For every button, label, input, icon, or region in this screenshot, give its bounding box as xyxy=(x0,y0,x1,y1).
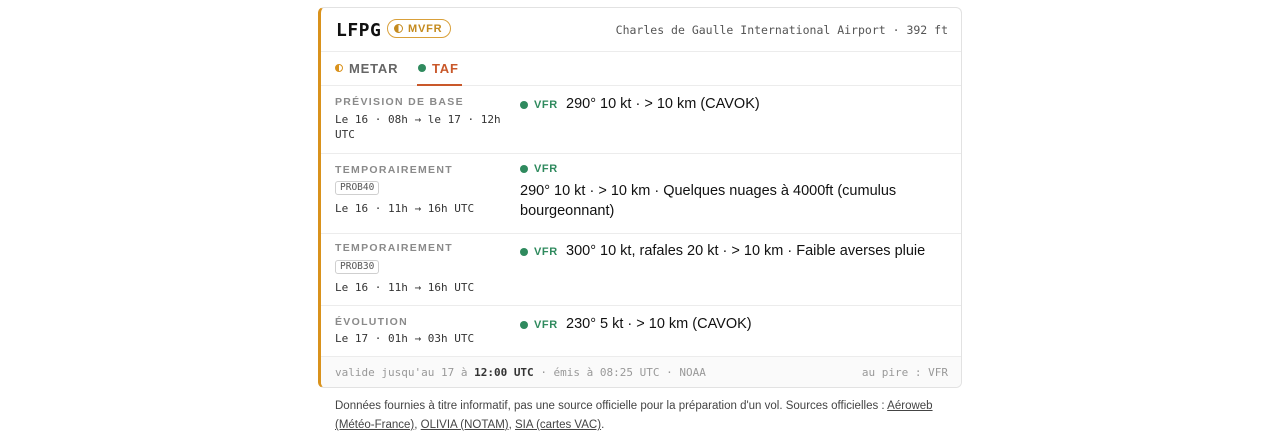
icao-code: LFPG xyxy=(336,20,382,41)
airport-name: Charles de Gaulle International Airport … xyxy=(615,23,948,37)
flight-category-badge: MVFR xyxy=(387,19,452,38)
forecast-row: PRÉVISION DE BASE Le 16 · 08h → le 17 · … xyxy=(321,86,961,154)
card-header: LFPG MVFR Charles de Gaulle Internationa… xyxy=(321,8,961,52)
forecast-row: ÉVOLUTION Le 17 · 01h → 03h UTC VFR 230°… xyxy=(321,306,961,357)
forecast-description: 230° 5 kt · > 10 km (CAVOK) xyxy=(566,316,752,332)
green-dot-icon xyxy=(520,101,528,109)
link-sia[interactable]: SIA (cartes VAC) xyxy=(515,419,601,431)
validity-text: valide jusqu'au 17 à 12:00 UTC · émis à … xyxy=(335,366,706,379)
forecast-kind: PRÉVISION DE BASE xyxy=(335,96,464,108)
disclaimer-text: Données fournies à titre informatif, pas… xyxy=(335,400,888,412)
green-dot-icon xyxy=(520,321,528,329)
category-indicator: VFR xyxy=(520,163,558,175)
probability-badge: PROB40 xyxy=(335,181,380,195)
valid-time: 12:00 UTC xyxy=(474,366,534,379)
green-dot-icon xyxy=(418,64,426,72)
forecast-period: Le 16 · 11h → 16h UTC xyxy=(335,202,475,215)
issued-text: · émis à 08:25 UTC · NOAA xyxy=(540,366,706,379)
valid-prefix: valide jusqu'au 17 à xyxy=(335,366,468,379)
disclaimer-end: . xyxy=(601,419,605,431)
category-indicator: VFR xyxy=(520,319,558,331)
half-circle-icon xyxy=(394,24,403,33)
green-dot-icon xyxy=(520,248,528,256)
taf-card: LFPG MVFR Charles de Gaulle Internationa… xyxy=(318,7,962,388)
tab-taf-label: TAF xyxy=(432,60,459,76)
flight-category-label: MVFR xyxy=(408,22,443,35)
tab-bar: METAR TAF xyxy=(321,51,961,86)
forecast-kind: TEMPORAIREMENT xyxy=(335,164,453,176)
forecast-row: TEMPORAIREMENT PROB30 Le 16 · 11h → 16h … xyxy=(321,234,961,306)
disclaimer: Données fournies à titre informatif, pas… xyxy=(335,397,965,435)
forecast-period: Le 16 · 08h → le 17 · 12h UTC xyxy=(335,113,501,141)
forecast-description: 290° 10 kt · > 10 km · Quelques nuages à… xyxy=(520,183,897,219)
tab-taf[interactable]: TAF xyxy=(417,51,462,86)
forecast-period: Le 16 · 11h → 16h UTC xyxy=(335,281,475,294)
tab-metar[interactable]: METAR xyxy=(335,51,398,85)
forecast-kind: TEMPORAIREMENT xyxy=(335,242,453,254)
forecast-description: 290° 10 kt · > 10 km (CAVOK) xyxy=(566,96,760,112)
tab-metar-label: METAR xyxy=(349,60,399,76)
card-footer: valide jusqu'au 17 à 12:00 UTC · émis à … xyxy=(321,357,961,387)
category-indicator: VFR xyxy=(520,246,558,258)
half-circle-icon xyxy=(335,64,343,72)
forecast-period: Le 17 · 01h → 03h UTC xyxy=(335,332,475,345)
forecast-description: 300° 10 kt, rafales 20 kt · > 10 km · Fa… xyxy=(566,243,926,259)
category-label: VFR xyxy=(534,99,558,111)
category-label: VFR xyxy=(534,319,558,331)
category-label: VFR xyxy=(534,163,558,175)
forecast-kind: ÉVOLUTION xyxy=(335,316,408,328)
worst-category: au pire : VFR xyxy=(861,366,948,379)
green-dot-icon xyxy=(520,165,528,173)
link-olivia[interactable]: OLIVIA (NOTAM) xyxy=(421,419,509,431)
category-indicator: VFR xyxy=(520,99,558,111)
forecast-row: TEMPORAIREMENT PROB40 Le 16 · 11h → 16h … xyxy=(321,154,961,234)
category-label: VFR xyxy=(534,246,558,258)
probability-badge: PROB30 xyxy=(335,260,380,274)
